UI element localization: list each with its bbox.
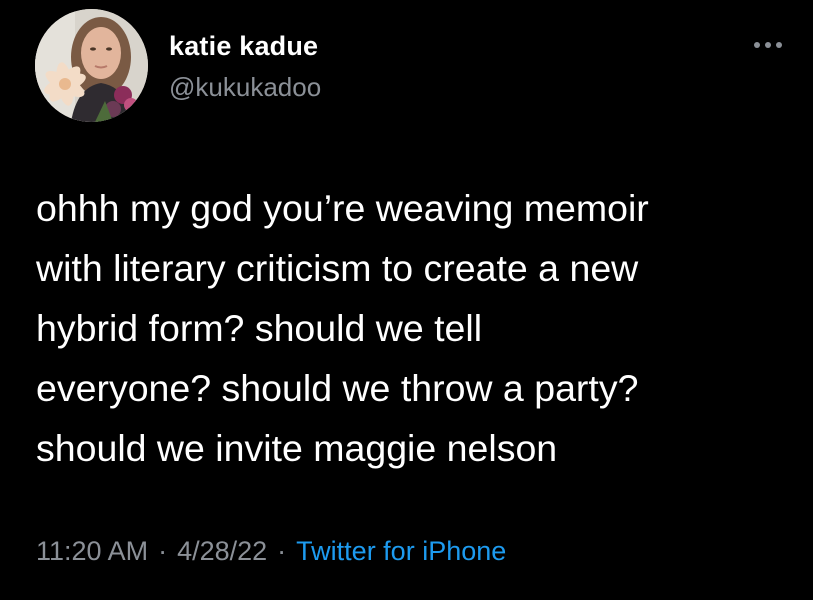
tweet-date[interactable]: 4/28/22 [177, 536, 267, 566]
more-options-button[interactable] [748, 30, 788, 60]
more-icon [754, 42, 782, 48]
tweet-text: ohhh my god you’re weaving memoir with l… [36, 178, 806, 478]
tweet-text-line: should we invite maggie nelson [36, 427, 558, 469]
meta-separator: · [277, 536, 287, 566]
author-display-name[interactable]: katie kadue [169, 31, 318, 62]
meta-separator: · [158, 536, 168, 566]
avatar-image [35, 9, 148, 122]
tweet-source-link[interactable]: Twitter for iPhone [296, 536, 506, 566]
tweet-text-line: ohhh my god you’re weaving memoir [36, 187, 649, 229]
tweet-text-line: hybrid form? should we tell [36, 307, 483, 349]
tweet-time[interactable]: 11:20 AM [36, 536, 148, 566]
tweet-text-line: everyone? should we throw a party? [36, 367, 639, 409]
tweet-text-line: with literary criticism to create a new [36, 247, 639, 289]
tweet-metadata: 11:20 AM · 4/28/22 · Twitter for iPhone [36, 536, 506, 567]
avatar[interactable] [35, 9, 148, 122]
tweet-card: katie kadue @kukukadoo ohhh my god you’r… [0, 0, 813, 600]
author-handle[interactable]: @kukukadoo [169, 72, 321, 103]
